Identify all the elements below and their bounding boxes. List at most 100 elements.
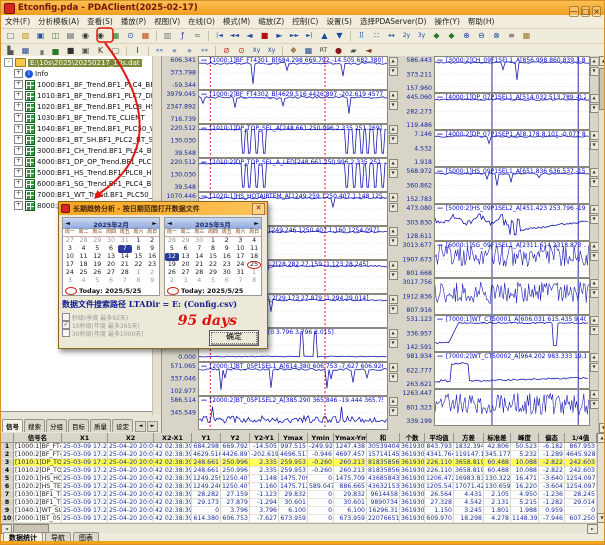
trend-plot[interactable]: — [3000:2]CH_09F1SEL1_A[856.998 860.839 … (434, 56, 590, 93)
calendar-day[interactable]: 11 (77, 253, 91, 261)
calendar-day[interactable]: 24 (234, 261, 248, 269)
panel-scroll-down-icon[interactable]: ▼ (389, 237, 398, 246)
calendar-day[interactable]: 21 (192, 261, 206, 269)
calendar-day[interactable]: 28 (77, 237, 91, 245)
jump-end-icon[interactable]: ►| (302, 30, 317, 42)
panel-scroll-up-icon[interactable]: ▲ (389, 261, 398, 270)
scroll-down-icon[interactable]: ▼ (599, 423, 605, 433)
calendar-day[interactable]: 31 (234, 269, 248, 277)
fast-forward-icon[interactable]: ►► (287, 30, 302, 42)
column-header-2[interactable]: X2 (108, 433, 154, 443)
calendar-day[interactable]: 5 (90, 245, 104, 253)
zoom-in-icon[interactable]: ⊕ (459, 30, 474, 42)
calendar-day[interactable]: 1 (247, 269, 261, 277)
panel-scroll-down-icon[interactable]: ▼ (389, 339, 398, 348)
calendar-day[interactable]: 6 (220, 277, 234, 285)
trend-plot[interactable] (434, 389, 590, 426)
table-row[interactable]: 3[1010:1]DP_TOP25-03-09 17:23:225-04-20 … (1, 459, 605, 467)
trend-plot[interactable]: — [1010:2]DP_TOP_SEL_A_LED[248.661 250.9… (198, 158, 388, 192)
panel-scroll-down-icon[interactable]: ▼ (389, 271, 398, 280)
calendar-day[interactable]: 20 (104, 261, 118, 269)
calendar-day[interactable]: 2 (145, 269, 159, 277)
calendar-day[interactable]: 4 (77, 245, 91, 253)
calendar-day[interactable]: 9 (145, 277, 159, 285)
panel-scroll-up-icon[interactable]: ▲ (389, 193, 398, 202)
fast-rewind-icon[interactable]: ◄◄ (227, 30, 242, 42)
column-header-12[interactable]: 平均值 (425, 433, 454, 443)
calendar-day[interactable]: 3 (179, 277, 193, 285)
clock-icon[interactable]: ⊙ (123, 30, 138, 42)
calendar-day[interactable]: 17 (63, 261, 77, 269)
calendar-day[interactable]: 14 (118, 253, 132, 261)
calendar-day[interactable]: 7 (118, 245, 132, 253)
tree-item-1[interactable]: +1000:BF1_BF_Trend.BF1_PLC4_BF_CH_SG (2, 79, 151, 90)
tree-item-2[interactable]: +1010:BF1_BF_Trend.BF1_PLC7_DP_OP (2, 90, 151, 101)
menu-item-5[interactable]: 在线(O) (184, 16, 219, 27)
calendar-day[interactable]: 8 (247, 277, 261, 285)
table-scroll-right-icon[interactable]: ► (587, 524, 598, 534)
table-icon[interactable]: ▥ (160, 30, 175, 42)
calendar-day[interactable]: 6 (104, 245, 118, 253)
trend-plot[interactable] (434, 278, 590, 315)
expander-icon[interactable]: + (14, 80, 23, 89)
left-tab-2[interactable]: 分组 (46, 419, 67, 432)
menu-item-1[interactable]: 分析模板(A) (34, 16, 83, 27)
menu-item-3[interactable]: 播放(P) (117, 16, 150, 27)
panel-scroll-up-icon[interactable]: ▲ (389, 227, 398, 236)
panel-scroll-up-icon[interactable]: ▲ (389, 329, 398, 338)
left-tab-0[interactable]: 信号 (2, 419, 23, 432)
column-header-15[interactable]: 峰度 (511, 433, 539, 443)
dialog-title-bar[interactable]: 长期趋势分析 - 按日期范围打开数据文件 ✕ (59, 202, 267, 215)
panel-scroll-up-icon[interactable]: ▲ (389, 91, 398, 100)
panel-scroll-down-icon[interactable]: ▼ (389, 101, 398, 110)
table-row[interactable]: 4[1010:2]DP_TOP25-03-09 17:23:225-04-20 … (1, 467, 605, 475)
calendar-day[interactable]: 12 (165, 253, 179, 261)
calendar-day[interactable]: 16 (145, 253, 159, 261)
calendar-day[interactable]: 10 (63, 253, 77, 261)
menu-item-0[interactable]: 文件(F) (1, 16, 34, 27)
column-header-13[interactable]: 方差 (454, 433, 484, 443)
expander-icon[interactable]: + (14, 91, 23, 100)
expander-icon[interactable]: + (14, 179, 23, 188)
calendar-day[interactable]: 2 (165, 277, 179, 285)
column-header-11[interactable]: 个数 (400, 433, 425, 443)
page-down-icon[interactable]: ▼ (332, 30, 347, 42)
column-header-5[interactable]: Y2 (221, 433, 250, 443)
zoom-dots-icon[interactable]: ∷ (369, 30, 384, 42)
calendar-day[interactable]: 29 (206, 269, 220, 277)
calendar-day[interactable]: 17 (234, 253, 248, 261)
calendar-day[interactable]: 2 (145, 237, 159, 245)
table-scroll-up-icon[interactable]: ▲ (597, 433, 605, 443)
trend-plot[interactable]: — [4000:2]DP_07P1SEP1_A[8.178 8.101 -0.0… (434, 130, 590, 167)
table-row[interactable]: 7[1030:1]BF1_TE_25-03-09 17:23:225-04-20… (1, 491, 605, 499)
table-row[interactable]: 2[1000:2]BF_FT425-03-09 17:23:225-04-20 … (1, 451, 605, 459)
expander-icon[interactable]: + (14, 190, 23, 199)
calendar-day[interactable]: 6 (104, 277, 118, 285)
trend-plot[interactable]: — [6000:1]SG_09F1SEL1_A[2311.614 2318.87… (434, 241, 590, 278)
menu-item-12[interactable]: 帮助(H) (464, 16, 499, 27)
panel-scroll-down-icon[interactable]: ▼ (389, 67, 398, 76)
calendar-day[interactable]: 18 (77, 261, 91, 269)
column-header-16[interactable]: 偏态 (539, 433, 565, 443)
curve-icon[interactable]: ≈ (190, 30, 205, 42)
calendar-day[interactable]: 29 (90, 237, 104, 245)
zoom-out-icon[interactable]: ⊖ (474, 30, 489, 42)
calendar-day[interactable]: 3 (63, 245, 77, 253)
trend-plot[interactable]: — [7000:2]WT_CT50002_A[964.202 983.333 1… (434, 352, 590, 389)
trend-plot[interactable]: — [4000:1]DP_07P1SEL1_A[514.032 513.789 … (434, 93, 590, 130)
calendar-day[interactable]: 19 (165, 261, 179, 269)
function-icon[interactable]: ƒ (175, 30, 190, 42)
panel-scroll-up-icon[interactable]: ▲ (389, 57, 398, 66)
new-file-icon[interactable]: □ (3, 30, 18, 42)
calendar-day[interactable]: 13 (179, 253, 193, 261)
expander-icon[interactable]: + (14, 146, 23, 155)
tree-item-0[interactable]: +iInfo (2, 68, 151, 79)
calendar-day[interactable]: 2 (220, 237, 234, 245)
calendar-day[interactable]: 9 (145, 245, 159, 253)
save-icon[interactable]: ▣ (33, 30, 48, 42)
calendar-day[interactable]: 29 (179, 237, 193, 245)
calendar-day[interactable]: 13 (104, 253, 118, 261)
ok-button[interactable]: 确定 (209, 330, 259, 346)
calendar-day[interactable]: 4 (247, 237, 261, 245)
calendar-day[interactable]: 8 (132, 245, 146, 253)
